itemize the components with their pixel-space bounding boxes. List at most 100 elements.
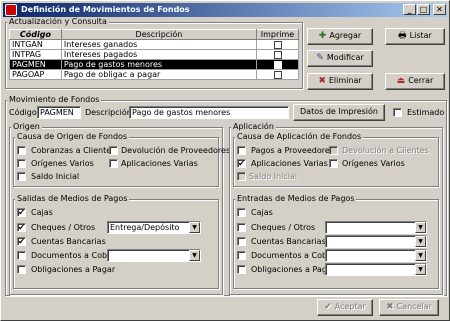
cerrar-label: Cerrar [408, 76, 434, 85]
table-row[interactable]: PAGOAP Pago de obligac a pagar [9, 69, 299, 80]
chevron-down-icon[interactable]: ▼ [189, 250, 200, 261]
saldo-inicial-label: Saldo Inicial [31, 172, 80, 181]
datos-impresion-button[interactable]: Datos de Impresión [293, 104, 385, 121]
documentos-salida-checkbox[interactable] [17, 251, 26, 260]
documentos-salida-label: Documentos a Cobrar [31, 251, 119, 260]
cuentas-salida-checkbox[interactable]: ✔ [17, 237, 26, 246]
cajas-entrada-checkbox[interactable] [237, 208, 246, 217]
obligaciones-salida-label: Obligaciones a Pagar [31, 265, 116, 274]
cerrar-button[interactable]: ⏏ Cerrar [385, 73, 445, 90]
descripcion-input[interactable]: Pago de gastos menores [129, 106, 289, 119]
modificar-button[interactable]: ✎ Modificar [307, 50, 373, 67]
cell-codigo: PAGOAP [9, 69, 62, 80]
cell-imprime[interactable] [256, 69, 299, 80]
estimado-label: Estimado [407, 108, 445, 117]
cheques-entrada-select[interactable]: ▼ [325, 221, 427, 234]
chevron-down-icon[interactable]: ▼ [415, 236, 426, 247]
delete-icon: ✖ [318, 76, 326, 86]
cuentas-entrada-checkbox[interactable] [237, 237, 246, 246]
cancelar-label: Cancelar [396, 302, 432, 311]
codigo-input[interactable]: PAGMEN [37, 106, 81, 119]
cobranzas-label: Cobranzas a Clientes [31, 146, 116, 155]
cell-imprime[interactable] [256, 49, 299, 60]
table-row-selected[interactable]: PAGMEN Pago de gastos menores [9, 59, 299, 70]
obligaciones-entrada-select[interactable]: ▼ [325, 263, 427, 276]
devolucion-clientes-checkbox [329, 146, 338, 155]
printer-icon: 🖶 [398, 31, 407, 41]
pagos-proveedores-label: Pagos a Proveedores [251, 146, 334, 155]
origenes-varios-checkbox[interactable] [17, 159, 26, 168]
eliminar-button[interactable]: ✖ Eliminar [307, 73, 373, 90]
exit-icon: ⏏ [396, 76, 406, 86]
cell-descripcion: Intereses ganados [60, 39, 258, 50]
estimado-checkbox[interactable] [393, 108, 402, 117]
causa-aplicacion-legend: Causa de Aplicación de Fondos [235, 132, 364, 141]
cajas-salida-checkbox[interactable]: ✔ [17, 208, 26, 217]
aplicacion-legend: Aplicación [231, 122, 276, 131]
column-header-descripcion[interactable]: Descripción [60, 29, 258, 40]
movimiento-legend: Movimiento de Fondos [7, 95, 102, 104]
edit-icon: ✎ [316, 53, 324, 63]
imprime-checkbox[interactable] [273, 70, 282, 79]
documentos-entrada-checkbox[interactable] [237, 251, 246, 260]
modificar-label: Modificar [326, 53, 364, 62]
column-header-imprime[interactable]: Imprime [256, 29, 299, 40]
devolucion-clientes-label: Devolución a Clientes [342, 146, 429, 155]
maximize-button[interactable]: □ [417, 4, 430, 15]
cell-descripcion: Pago de gastos menores [60, 59, 258, 70]
obligaciones-entrada-checkbox[interactable] [237, 265, 246, 274]
aplicaciones-varias-checkbox[interactable] [109, 159, 118, 168]
movements-table[interactable]: Código Descripción Imprime INTGAN Intere… [9, 29, 299, 80]
listar-button[interactable]: 🖶 Listar [385, 28, 445, 45]
table-header: Código Descripción Imprime [9, 29, 299, 40]
origenes-varios-aplic-checkbox[interactable] [329, 159, 338, 168]
cell-codigo: INTPAG [9, 49, 62, 60]
aplicaciones-varias-aplic-label: Aplicaciones Varias [251, 159, 328, 168]
documentos-salida-select[interactable]: ▼ [107, 249, 201, 262]
saldo-inicial-aplic-label: Saldo Inicial [249, 172, 298, 181]
devolucion-proveedores-checkbox[interactable] [109, 146, 118, 155]
cheques-salida-label: Cheques / Otros [31, 223, 96, 232]
entradas-legend: Entradas de Medios de Pagos [235, 194, 357, 203]
saldo-inicial-checkbox[interactable] [17, 172, 26, 181]
salidas-legend: Salidas de Medios de Pagos [15, 194, 130, 203]
cuentas-entrada-select[interactable]: ▼ [325, 235, 427, 248]
origen-legend: Origen [11, 122, 42, 131]
listar-label: Listar [409, 31, 432, 40]
table-row[interactable]: INTPAG Intereses pagados [9, 49, 299, 60]
cell-imprime[interactable] [256, 59, 299, 70]
origenes-varios-label: Orígenes Varios [31, 159, 94, 168]
cheques-salida-checkbox[interactable]: ✔ [17, 223, 26, 232]
obligaciones-salida-checkbox[interactable] [17, 265, 26, 274]
column-header-codigo[interactable]: Código [9, 29, 62, 40]
table-row[interactable]: INTGAN Intereses ganados [9, 39, 299, 50]
cajas-salida-label: Cajas [31, 208, 53, 217]
cell-imprime[interactable] [256, 39, 299, 50]
cell-codigo: PAGMEN [9, 59, 62, 70]
chevron-down-icon[interactable]: ▼ [189, 222, 200, 233]
agregar-button[interactable]: ✚ Agregar [307, 28, 373, 45]
aceptar-label: Aceptar [334, 302, 366, 311]
causa-origen-legend: Causa de Origen de Fondos [15, 132, 130, 141]
title-bar[interactable]: Definición de Movimientos de Fondos _ □ … [3, 3, 447, 17]
cell-descripcion: Pago de obligac a pagar [60, 69, 258, 80]
imprime-checkbox[interactable] [273, 50, 282, 59]
aplicaciones-varias-aplic-checkbox[interactable]: ✔ [237, 159, 246, 168]
agregar-label: Agregar [329, 31, 362, 40]
check-icon: ✔ [324, 302, 332, 312]
devolucion-proveedores-label: Devolución de Proveedores [121, 146, 231, 155]
chevron-down-icon[interactable]: ▼ [415, 264, 426, 275]
cobranzas-checkbox[interactable] [17, 146, 26, 155]
cheques-entrada-checkbox[interactable] [237, 223, 246, 232]
close-button[interactable]: ✕ [433, 4, 446, 15]
documentos-entrada-select[interactable]: ▼ [325, 249, 427, 262]
chevron-down-icon[interactable]: ▼ [415, 250, 426, 261]
imprime-checkbox[interactable] [273, 60, 282, 69]
actualizacion-legend: Actualización y Consulta [7, 17, 109, 26]
pagos-proveedores-checkbox[interactable] [237, 146, 246, 155]
imprime-checkbox[interactable] [273, 40, 282, 49]
chevron-down-icon[interactable]: ▼ [415, 222, 426, 233]
minimize-button[interactable]: _ [403, 4, 416, 15]
descripcion-label: Descripción: [85, 108, 135, 117]
cheques-salida-select[interactable]: Entrega/Depósito ▼ [107, 221, 201, 234]
